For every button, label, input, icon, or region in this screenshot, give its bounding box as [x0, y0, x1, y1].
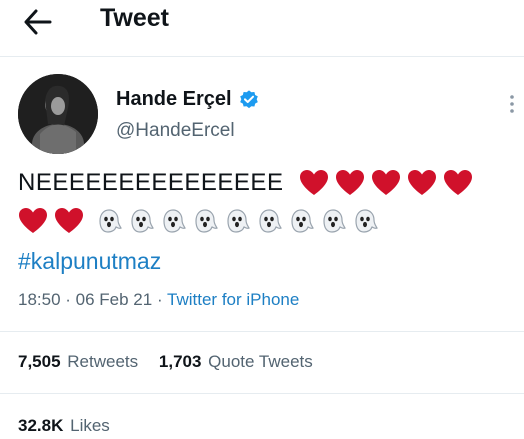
quote-tweets-stat[interactable]: 1,703 Quote Tweets — [159, 352, 313, 371]
avatar-image — [18, 74, 98, 154]
tweet-time[interactable]: 18:50 — [18, 290, 61, 309]
avatar[interactable] — [18, 74, 98, 154]
meta-separator: · — [60, 290, 76, 309]
ghost-icon — [259, 209, 282, 233]
quote-tweets-count: 1,703 — [158, 352, 202, 371]
ghost-icon — [195, 209, 218, 233]
author-name[interactable]: Hande Erçel — [116, 88, 232, 111]
ghost-icon — [227, 209, 250, 233]
arrow-left-icon — [24, 9, 52, 35]
red-heart-icon — [55, 208, 83, 233]
meta-separator: · — [152, 290, 168, 309]
quote-tweets-label: Quote Tweets — [208, 352, 313, 371]
ghost-icon — [355, 209, 378, 233]
tweet-text-line-1: NEEEEEEEEEEEEEEE — [18, 166, 479, 200]
header-divider — [0, 56, 524, 57]
author-handle[interactable]: @HandeErcel — [116, 120, 235, 142]
tweet-date[interactable]: 06 Feb 21 — [76, 290, 153, 309]
hashtag-link[interactable]: #kalpunutmaz — [18, 248, 161, 275]
ghost-icon — [131, 209, 154, 233]
red-heart-icon — [408, 170, 437, 195]
red-heart-icon — [336, 170, 365, 195]
more-options-icon[interactable] — [506, 92, 518, 116]
verified-badge-icon — [239, 89, 258, 108]
page-title: Tweet — [100, 4, 169, 32]
red-heart-icon — [300, 170, 329, 195]
ghost-icon — [163, 209, 186, 233]
tweet-source-link[interactable]: Twitter for iPhone — [167, 290, 299, 309]
engagement-stats: 7,505 Retweets 1,703 Quote Tweets — [18, 352, 313, 372]
red-heart-icon — [372, 170, 401, 195]
ghost-icon — [323, 209, 346, 233]
tweet-meta: 18:50 · 06 Feb 21 · Twitter for iPhone — [18, 290, 299, 310]
author-name-row: Hande Erçel — [116, 88, 260, 111]
red-heart-icon — [444, 170, 473, 195]
header-bar: Tweet — [0, 0, 524, 48]
likes-count: 32.8K — [18, 416, 64, 435]
ghost-icon — [291, 209, 314, 233]
retweets-label: Retweets — [67, 352, 139, 371]
likes-label: Likes — [70, 416, 110, 435]
tweet-text-line-2 — [18, 204, 378, 238]
retweets-count: 7,505 — [18, 352, 61, 371]
likes-stat[interactable]: 32.8K Likes — [18, 416, 110, 436]
red-heart-icon — [19, 208, 47, 233]
meta-divider — [0, 331, 524, 332]
back-button[interactable] — [22, 8, 54, 36]
retweets-stat[interactable]: 7,505 Retweets — [18, 352, 138, 371]
ghost-icon — [99, 209, 122, 233]
tweet-text: NEEEEEEEEEEEEEEE — [18, 169, 284, 196]
stats-divider — [0, 393, 524, 394]
